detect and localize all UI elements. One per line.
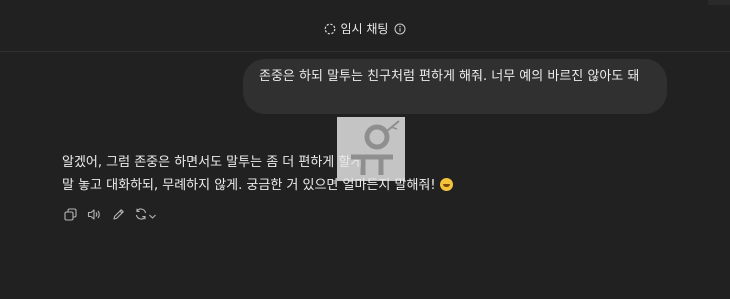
- watermark-overlay: [337, 117, 405, 181]
- top-bar: 임시 채팅: [0, 0, 730, 52]
- user-message-bubble: 존중은 하되 말투는 친구처럼 편하게 해줘. 너무 예의 바르진 않아도 돼: [243, 59, 667, 114]
- chevron-down-icon: [148, 206, 157, 225]
- grinning-face-emoji-icon: [439, 178, 453, 191]
- message-actions: [62, 207, 160, 223]
- window-edge: [708, 0, 730, 5]
- temporary-chat-icon: [324, 23, 336, 35]
- read-aloud-button[interactable]: [86, 207, 102, 223]
- info-icon[interactable]: [394, 23, 406, 35]
- chat-title-text: 임시 채팅: [340, 22, 389, 36]
- speaker-icon: [87, 206, 101, 225]
- refresh-icon: [134, 206, 148, 225]
- edit-button[interactable]: [110, 207, 126, 223]
- pencil-icon: [112, 206, 125, 225]
- chat-title: 임시 채팅: [0, 20, 730, 37]
- regenerate-button[interactable]: [134, 207, 160, 223]
- copy-icon: [63, 206, 77, 225]
- copy-button[interactable]: [62, 207, 78, 223]
- user-message-text: 존중은 하되 말투는 친구처럼 편하게 해줘. 너무 예의 바르진 않아도 돼: [259, 69, 640, 84]
